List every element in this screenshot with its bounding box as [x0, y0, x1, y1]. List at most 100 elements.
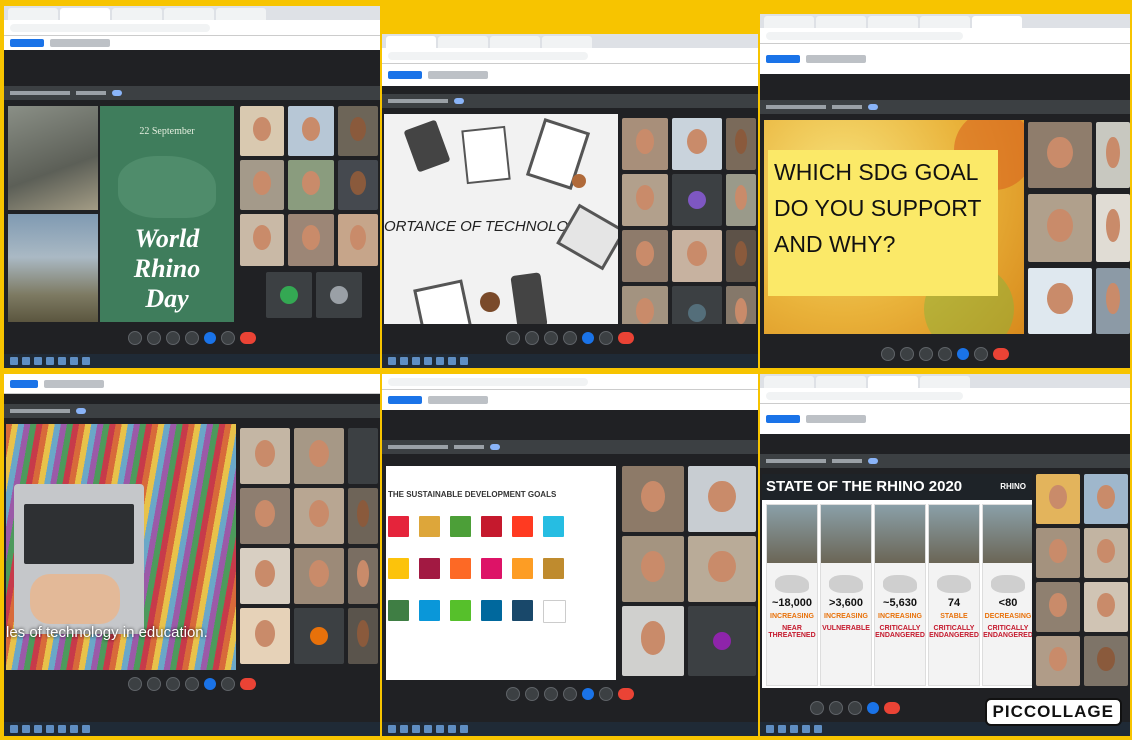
captions-button[interactable]	[848, 701, 862, 715]
mic-button[interactable]	[881, 347, 895, 361]
mic-button[interactable]	[810, 701, 824, 715]
participant-tile[interactable]	[1028, 122, 1092, 188]
end-call-button[interactable]	[993, 348, 1009, 360]
present-button[interactable]	[204, 332, 216, 344]
present-button[interactable]	[204, 678, 216, 690]
participant-tile[interactable]	[1096, 122, 1130, 188]
participant-tile[interactable]	[348, 488, 378, 544]
participant-tile[interactable]	[338, 160, 378, 210]
participant-tile[interactable]	[622, 118, 668, 170]
participant-tile[interactable]	[288, 160, 334, 210]
raise-hand-button[interactable]	[563, 331, 577, 345]
participant-tile[interactable]	[348, 428, 378, 484]
participant-tile[interactable]	[348, 608, 378, 664]
participant-tile[interactable]	[288, 214, 334, 266]
captions-button[interactable]	[166, 677, 180, 691]
participant-tile[interactable]	[1036, 582, 1080, 632]
end-call-button[interactable]	[618, 688, 634, 700]
participant-tile[interactable]	[622, 606, 684, 676]
participant-tile[interactable]	[726, 230, 756, 282]
mic-button[interactable]	[128, 677, 142, 691]
participant-tile[interactable]	[1084, 636, 1128, 686]
participant-tile[interactable]	[288, 106, 334, 156]
participant-tile[interactable]	[622, 230, 668, 282]
participant-tile[interactable]	[338, 214, 378, 266]
camera-button[interactable]	[829, 701, 843, 715]
participant-tile[interactable]	[1084, 582, 1128, 632]
participant-tile[interactable]	[622, 536, 684, 602]
participant-tile[interactable]	[622, 466, 684, 532]
address-bar[interactable]	[4, 374, 380, 394]
more-options-button[interactable]	[221, 677, 235, 691]
participant-tile[interactable]	[240, 214, 284, 266]
more-options-button[interactable]	[974, 347, 988, 361]
present-button[interactable]	[582, 332, 594, 344]
participant-tile[interactable]	[1096, 268, 1130, 334]
participant-tile[interactable]	[1096, 194, 1130, 262]
mic-button[interactable]	[506, 687, 520, 701]
raise-hand-button[interactable]	[185, 677, 199, 691]
participant-tile[interactable]	[688, 536, 756, 602]
camera-button[interactable]	[147, 677, 161, 691]
camera-button[interactable]	[900, 347, 914, 361]
participant-tile[interactable]	[1084, 474, 1128, 524]
present-button[interactable]	[582, 688, 594, 700]
participant-tile[interactable]	[672, 118, 722, 170]
participant-tile[interactable]	[1036, 528, 1080, 578]
participant-tile[interactable]	[672, 230, 722, 282]
address-bar[interactable]	[4, 20, 380, 36]
camera-button[interactable]	[147, 331, 161, 345]
end-call-button[interactable]	[618, 332, 634, 344]
raise-hand-button[interactable]	[185, 331, 199, 345]
present-button[interactable]	[867, 702, 879, 714]
participant-tile[interactable]	[726, 118, 756, 170]
mic-button[interactable]	[506, 331, 520, 345]
captions-button[interactable]	[919, 347, 933, 361]
participant-tile[interactable]	[348, 548, 378, 604]
participant-tile[interactable]	[622, 174, 668, 226]
participant-tile[interactable]	[240, 106, 284, 156]
participant-tile[interactable]	[316, 272, 362, 318]
address-bar[interactable]	[760, 388, 1130, 404]
participant-tile[interactable]	[1028, 194, 1092, 262]
participant-tile[interactable]	[240, 608, 290, 664]
participant-tile[interactable]	[1036, 636, 1080, 686]
participant-tile[interactable]	[240, 428, 290, 484]
participant-tile[interactable]	[688, 606, 756, 676]
participant-tile[interactable]	[672, 174, 722, 226]
raise-hand-button[interactable]	[938, 347, 952, 361]
end-call-button[interactable]	[240, 678, 256, 690]
more-options-button[interactable]	[599, 331, 613, 345]
captions-button[interactable]	[544, 687, 558, 701]
participant-tile[interactable]	[240, 548, 290, 604]
address-bar[interactable]	[382, 48, 758, 64]
camera-button[interactable]	[525, 687, 539, 701]
participant-tile[interactable]	[240, 488, 290, 544]
captions-button[interactable]	[544, 331, 558, 345]
participant-tile[interactable]	[1036, 474, 1080, 524]
participant-tile[interactable]	[726, 174, 756, 226]
mic-button[interactable]	[128, 331, 142, 345]
participant-tile[interactable]	[294, 608, 344, 664]
participant-tile[interactable]	[1028, 268, 1092, 334]
camera-button[interactable]	[525, 331, 539, 345]
end-call-button[interactable]	[884, 702, 900, 714]
participant-tile[interactable]	[294, 548, 344, 604]
address-bar[interactable]	[760, 28, 1130, 44]
raise-hand-button[interactable]	[563, 687, 577, 701]
more-options-button[interactable]	[221, 331, 235, 345]
participant-tile[interactable]	[240, 160, 284, 210]
present-button[interactable]	[957, 348, 969, 360]
captions-button[interactable]	[166, 331, 180, 345]
participant-tile[interactable]	[688, 466, 756, 532]
address-bar[interactable]	[382, 374, 758, 390]
piccollage-watermark: PICCOLLAGE	[984, 698, 1122, 726]
participant-tile[interactable]	[1084, 528, 1128, 578]
participant-tile[interactable]	[294, 488, 344, 544]
rhino-status: CRITICALLY ENDANGERED	[929, 624, 979, 640]
participant-tile[interactable]	[338, 106, 378, 156]
more-options-button[interactable]	[599, 687, 613, 701]
participant-tile[interactable]	[266, 272, 312, 318]
end-call-button[interactable]	[240, 332, 256, 344]
participant-tile[interactable]	[294, 428, 344, 484]
